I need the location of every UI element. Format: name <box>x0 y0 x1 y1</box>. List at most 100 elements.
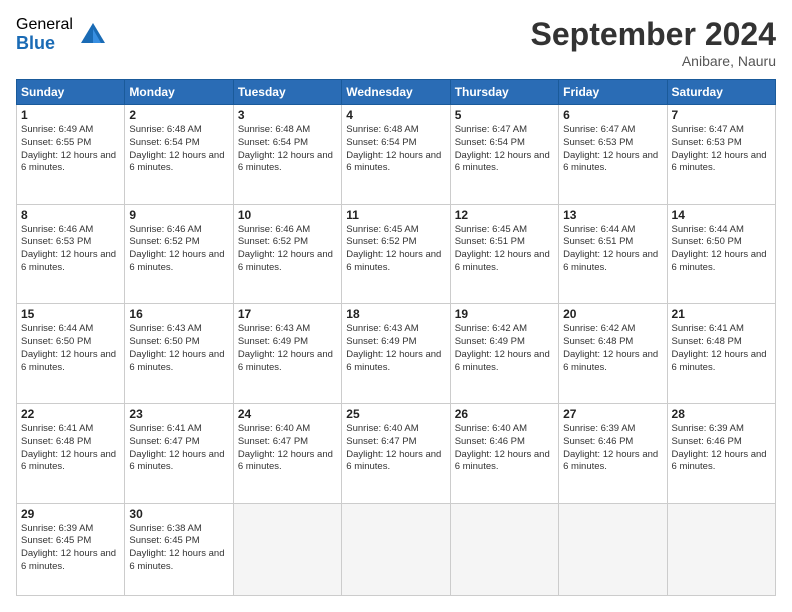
day-number: 29 <box>21 507 120 521</box>
calendar-row: 8 Sunrise: 6:46 AM Sunset: 6:53 PM Dayli… <box>17 204 776 304</box>
day-info: Sunrise: 6:47 AM Sunset: 6:54 PM Dayligh… <box>455 124 554 175</box>
day-number: 21 <box>672 307 771 321</box>
table-row: 24 Sunrise: 6:40 AM Sunset: 6:47 PM Dayl… <box>233 403 341 503</box>
table-row: 26 Sunrise: 6:40 AM Sunset: 6:46 PM Dayl… <box>450 403 558 503</box>
day-info: Sunrise: 6:47 AM Sunset: 6:53 PM Dayligh… <box>563 124 662 175</box>
table-row: 23 Sunrise: 6:41 AM Sunset: 6:47 PM Dayl… <box>125 403 233 503</box>
calendar-row: 29 Sunrise: 6:39 AM Sunset: 6:45 PM Dayl… <box>17 503 776 596</box>
logo: GeneralBlue <box>16 16 107 53</box>
day-info: Sunrise: 6:48 AM Sunset: 6:54 PM Dayligh… <box>129 124 228 175</box>
day-number: 2 <box>129 108 228 122</box>
day-info: Sunrise: 6:46 AM Sunset: 6:52 PM Dayligh… <box>238 224 337 275</box>
table-row <box>342 503 450 596</box>
col-sunday: Sunday <box>17 80 125 105</box>
calendar: Sunday Monday Tuesday Wednesday Thursday… <box>16 79 776 596</box>
table-row: 16 Sunrise: 6:43 AM Sunset: 6:50 PM Dayl… <box>125 304 233 404</box>
location: Anibare, Nauru <box>531 53 776 69</box>
table-row: 10 Sunrise: 6:46 AM Sunset: 6:52 PM Dayl… <box>233 204 341 304</box>
table-row: 19 Sunrise: 6:42 AM Sunset: 6:49 PM Dayl… <box>450 304 558 404</box>
day-number: 7 <box>672 108 771 122</box>
day-info: Sunrise: 6:43 AM Sunset: 6:50 PM Dayligh… <box>129 323 228 374</box>
table-row: 14 Sunrise: 6:44 AM Sunset: 6:50 PM Dayl… <box>667 204 775 304</box>
table-row: 30 Sunrise: 6:38 AM Sunset: 6:45 PM Dayl… <box>125 503 233 596</box>
month-title: September 2024 <box>531 16 776 53</box>
col-saturday: Saturday <box>667 80 775 105</box>
table-row: 2 Sunrise: 6:48 AM Sunset: 6:54 PM Dayli… <box>125 105 233 205</box>
day-number: 8 <box>21 208 120 222</box>
day-info: Sunrise: 6:44 AM Sunset: 6:50 PM Dayligh… <box>672 224 771 275</box>
table-row: 29 Sunrise: 6:39 AM Sunset: 6:45 PM Dayl… <box>17 503 125 596</box>
table-row: 22 Sunrise: 6:41 AM Sunset: 6:48 PM Dayl… <box>17 403 125 503</box>
day-info: Sunrise: 6:39 AM Sunset: 6:45 PM Dayligh… <box>21 523 120 574</box>
table-row <box>233 503 341 596</box>
table-row: 7 Sunrise: 6:47 AM Sunset: 6:53 PM Dayli… <box>667 105 775 205</box>
day-number: 24 <box>238 407 337 421</box>
day-info: Sunrise: 6:40 AM Sunset: 6:47 PM Dayligh… <box>346 423 445 474</box>
header: GeneralBlue September 2024 Anibare, Naur… <box>16 16 776 69</box>
day-number: 30 <box>129 507 228 521</box>
table-row: 12 Sunrise: 6:45 AM Sunset: 6:51 PM Dayl… <box>450 204 558 304</box>
day-number: 12 <box>455 208 554 222</box>
table-row: 4 Sunrise: 6:48 AM Sunset: 6:54 PM Dayli… <box>342 105 450 205</box>
table-row: 6 Sunrise: 6:47 AM Sunset: 6:53 PM Dayli… <box>559 105 667 205</box>
table-row: 28 Sunrise: 6:39 AM Sunset: 6:46 PM Dayl… <box>667 403 775 503</box>
table-row: 5 Sunrise: 6:47 AM Sunset: 6:54 PM Dayli… <box>450 105 558 205</box>
day-number: 5 <box>455 108 554 122</box>
day-number: 27 <box>563 407 662 421</box>
day-info: Sunrise: 6:43 AM Sunset: 6:49 PM Dayligh… <box>238 323 337 374</box>
day-info: Sunrise: 6:39 AM Sunset: 6:46 PM Dayligh… <box>672 423 771 474</box>
calendar-row: 1 Sunrise: 6:49 AM Sunset: 6:55 PM Dayli… <box>17 105 776 205</box>
day-info: Sunrise: 6:40 AM Sunset: 6:46 PM Dayligh… <box>455 423 554 474</box>
day-info: Sunrise: 6:42 AM Sunset: 6:49 PM Dayligh… <box>455 323 554 374</box>
day-info: Sunrise: 6:45 AM Sunset: 6:51 PM Dayligh… <box>455 224 554 275</box>
day-number: 26 <box>455 407 554 421</box>
day-info: Sunrise: 6:48 AM Sunset: 6:54 PM Dayligh… <box>346 124 445 175</box>
table-row: 18 Sunrise: 6:43 AM Sunset: 6:49 PM Dayl… <box>342 304 450 404</box>
table-row <box>450 503 558 596</box>
day-info: Sunrise: 6:40 AM Sunset: 6:47 PM Dayligh… <box>238 423 337 474</box>
logo-icon <box>79 21 107 49</box>
day-info: Sunrise: 6:38 AM Sunset: 6:45 PM Dayligh… <box>129 523 228 574</box>
table-row: 27 Sunrise: 6:39 AM Sunset: 6:46 PM Dayl… <box>559 403 667 503</box>
page: GeneralBlue September 2024 Anibare, Naur… <box>0 0 792 612</box>
day-info: Sunrise: 6:44 AM Sunset: 6:51 PM Dayligh… <box>563 224 662 275</box>
logo-general: General <box>16 16 73 34</box>
table-row: 20 Sunrise: 6:42 AM Sunset: 6:48 PM Dayl… <box>559 304 667 404</box>
table-row: 13 Sunrise: 6:44 AM Sunset: 6:51 PM Dayl… <box>559 204 667 304</box>
table-row <box>667 503 775 596</box>
day-info: Sunrise: 6:41 AM Sunset: 6:48 PM Dayligh… <box>672 323 771 374</box>
col-friday: Friday <box>559 80 667 105</box>
day-number: 4 <box>346 108 445 122</box>
day-info: Sunrise: 6:39 AM Sunset: 6:46 PM Dayligh… <box>563 423 662 474</box>
day-info: Sunrise: 6:41 AM Sunset: 6:47 PM Dayligh… <box>129 423 228 474</box>
day-number: 1 <box>21 108 120 122</box>
table-row <box>559 503 667 596</box>
day-number: 28 <box>672 407 771 421</box>
day-number: 16 <box>129 307 228 321</box>
day-info: Sunrise: 6:47 AM Sunset: 6:53 PM Dayligh… <box>672 124 771 175</box>
day-number: 25 <box>346 407 445 421</box>
day-number: 3 <box>238 108 337 122</box>
day-info: Sunrise: 6:45 AM Sunset: 6:52 PM Dayligh… <box>346 224 445 275</box>
table-row: 17 Sunrise: 6:43 AM Sunset: 6:49 PM Dayl… <box>233 304 341 404</box>
day-number: 20 <box>563 307 662 321</box>
day-info: Sunrise: 6:43 AM Sunset: 6:49 PM Dayligh… <box>346 323 445 374</box>
calendar-row: 15 Sunrise: 6:44 AM Sunset: 6:50 PM Dayl… <box>17 304 776 404</box>
table-row: 15 Sunrise: 6:44 AM Sunset: 6:50 PM Dayl… <box>17 304 125 404</box>
calendar-header-row: Sunday Monday Tuesday Wednesday Thursday… <box>17 80 776 105</box>
day-number: 19 <box>455 307 554 321</box>
day-number: 17 <box>238 307 337 321</box>
table-row: 3 Sunrise: 6:48 AM Sunset: 6:54 PM Dayli… <box>233 105 341 205</box>
day-number: 13 <box>563 208 662 222</box>
day-number: 22 <box>21 407 120 421</box>
day-info: Sunrise: 6:41 AM Sunset: 6:48 PM Dayligh… <box>21 423 120 474</box>
day-info: Sunrise: 6:46 AM Sunset: 6:53 PM Dayligh… <box>21 224 120 275</box>
calendar-row: 22 Sunrise: 6:41 AM Sunset: 6:48 PM Dayl… <box>17 403 776 503</box>
col-thursday: Thursday <box>450 80 558 105</box>
day-info: Sunrise: 6:44 AM Sunset: 6:50 PM Dayligh… <box>21 323 120 374</box>
day-number: 6 <box>563 108 662 122</box>
day-number: 11 <box>346 208 445 222</box>
day-number: 23 <box>129 407 228 421</box>
col-wednesday: Wednesday <box>342 80 450 105</box>
day-info: Sunrise: 6:42 AM Sunset: 6:48 PM Dayligh… <box>563 323 662 374</box>
